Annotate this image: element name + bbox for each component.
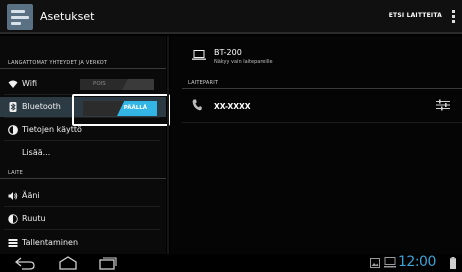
sidebar-item-label: Tietojen käyttö [22, 125, 82, 134]
row-divider [4, 140, 160, 141]
wifi-toggle[interactable]: POIS [80, 79, 154, 90]
sidebar-item-sound[interactable]: Ääni [0, 186, 166, 206]
section-header-device: LAITE [8, 170, 24, 176]
tune-settings-icon[interactable] [436, 99, 450, 111]
storage-icon [8, 239, 18, 247]
sidebar-item-label: Lisää... [22, 148, 51, 157]
bluetooth-detail-pane: BT-200 Näkyy vain laitepareille LAITEPAR… [170, 36, 462, 254]
home-icon[interactable] [58, 256, 78, 270]
settings-app-icon-bar [11, 22, 21, 25]
section-header-wireless: LANGATTOMAT YHTEYDET JA VERKOT [8, 60, 108, 66]
sidebar-item-label: Ääni [22, 191, 40, 200]
settings-sidebar: LANGATTOMAT YHTEYDET JA VERKOT Wifi POIS… [0, 36, 166, 254]
wifi-toggle-label: POIS [93, 81, 106, 87]
battery-icon [450, 257, 456, 269]
sidebar-item-label: Tallentaminen [22, 238, 79, 247]
bluetooth-toggle-label: PÄÄLLÄ [123, 105, 147, 111]
section-divider [0, 178, 166, 179]
sidebar-item-wifi[interactable]: Wifi POIS [0, 74, 166, 94]
sidebar-item-label: Ruutu [22, 214, 46, 223]
status-clock: 12:00 [398, 254, 436, 270]
device-visibility[interactable]: Näkyy vain laitepareille [214, 59, 273, 65]
settings-app-icon-bar [11, 16, 29, 19]
bluetooth-toggle[interactable]: PÄÄLLÄ [83, 101, 157, 116]
sidebar-item-label: Wifi [22, 79, 37, 88]
device-name: BT-200 [214, 48, 242, 57]
phone-icon [192, 99, 202, 111]
recents-icon[interactable] [98, 256, 118, 270]
paired-device-name: XX-XXXX [214, 102, 251, 111]
wifi-icon [8, 80, 18, 88]
data-usage-icon [8, 125, 18, 135]
row-divider [182, 122, 462, 123]
device-notification-icon [384, 257, 396, 268]
laptop-icon [192, 50, 206, 60]
wifi-toggle-knob [122, 79, 154, 90]
overflow-menu-icon[interactable] [452, 10, 456, 24]
sidebar-item-label: Bluetooth [22, 102, 61, 111]
sidebar-item-display[interactable]: Ruutu [0, 209, 166, 229]
back-icon[interactable] [14, 256, 36, 270]
action-bar: Asetukset ETSI LAITTEITA [0, 0, 462, 34]
settings-app-icon[interactable] [7, 4, 33, 30]
paired-devices-header: LAITEPARIT [188, 80, 219, 86]
sidebar-item-more[interactable]: Lisää... [0, 143, 166, 163]
display-icon [8, 214, 18, 224]
row-divider [4, 229, 160, 230]
section-divider [182, 88, 462, 89]
search-devices-button[interactable]: ETSI LAITTEITA [389, 12, 442, 19]
section-divider [0, 68, 166, 69]
sound-icon [8, 192, 18, 200]
sidebar-item-storage[interactable]: Tallentaminen [0, 233, 166, 253]
app-title: Asetukset [40, 10, 95, 23]
settings-app-icon-bar [11, 10, 25, 13]
gallery-notification-icon [370, 258, 380, 268]
row-divider [4, 206, 160, 207]
bluetooth-icon [9, 102, 17, 112]
pane-separator [167, 36, 169, 254]
system-navigation-bar: 12:00 [0, 254, 462, 272]
